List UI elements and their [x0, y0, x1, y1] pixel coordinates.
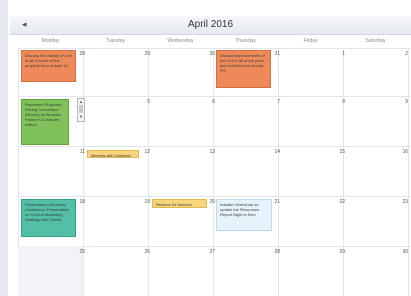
day-number[interactable]: 18 — [75, 199, 85, 205]
weekday-header: Wednesday — [167, 38, 194, 44]
calendar-event[interactable]: Meeting with Quarterly Marketing — [87, 150, 139, 158]
grid-line — [343, 48, 344, 296]
grid-line — [408, 48, 409, 296]
day-number[interactable]: 5 — [140, 99, 150, 105]
day-number[interactable]: 16 — [398, 149, 408, 155]
calendar-event[interactable]: Presentation Workshop Conference Present… — [21, 199, 76, 237]
calendar-event[interactable]: Discuss the validity of Cell in all of s… — [21, 50, 76, 82]
day-number[interactable]: 28 — [270, 249, 280, 255]
month-title: April 2016 — [187, 19, 234, 30]
day-number[interactable]: 29 — [335, 249, 345, 255]
weekday-header: Friday — [303, 38, 318, 44]
calendar-event[interactable]: Installer Workshop on update the Resourc… — [216, 199, 272, 231]
day-number[interactable]: 30 — [398, 249, 408, 255]
calendar-window: ◂ April 2016 Monday Tuesday Wednesday Th… — [0, 0, 411, 296]
grid-line — [213, 48, 214, 296]
day-number[interactable]: 6 — [205, 99, 215, 105]
day-number[interactable]: 12 — [140, 149, 150, 155]
grid-line — [148, 48, 149, 296]
left-strip — [0, 0, 8, 296]
day-number[interactable]: 22 — [335, 199, 345, 205]
day-number[interactable]: 27 — [205, 249, 215, 255]
grid-line — [18, 196, 411, 197]
day-number[interactable]: 19 — [140, 199, 150, 205]
calendar-event[interactable]: Represent Proposed Pricing Convention (R… — [21, 99, 69, 145]
day-number[interactable]: 26 — [140, 249, 150, 255]
today-cell[interactable] — [18, 246, 83, 296]
day-number[interactable]: 11 — [75, 149, 85, 155]
grid-line — [18, 96, 411, 97]
weekday-header: Tuesday — [106, 38, 125, 44]
day-number[interactable]: 31 — [270, 51, 280, 57]
event-scrollbar[interactable]: ▲ ▼ — [77, 98, 85, 122]
scroll-down-icon[interactable]: ▼ — [78, 114, 84, 119]
scroll-up-icon[interactable]: ▲ — [78, 99, 84, 104]
day-number[interactable]: 14 — [270, 149, 280, 155]
grid-line — [83, 48, 84, 296]
day-number[interactable]: 15 — [335, 149, 345, 155]
grid-line — [18, 48, 411, 49]
weekday-header: Saturday — [365, 38, 386, 44]
scroll-thumb[interactable] — [79, 105, 83, 113]
calendar-event[interactable]: Discuss improvements of the Cell in all … — [216, 50, 271, 88]
weekday-header: Monday — [41, 38, 60, 44]
day-number[interactable]: 29 — [140, 51, 150, 57]
day-number[interactable]: 13 — [205, 149, 215, 155]
grid-line — [278, 48, 279, 296]
day-number[interactable]: 28 — [75, 51, 85, 57]
day-number[interactable]: 2 — [398, 51, 408, 57]
calendar-header: ◂ April 2016 — [10, 16, 411, 35]
day-number[interactable]: 23 — [398, 199, 408, 205]
day-number[interactable]: 8 — [335, 99, 345, 105]
day-number[interactable]: 25 — [75, 249, 85, 255]
day-number[interactable]: 1 — [335, 51, 345, 57]
calendar-event[interactable]: Reserve for lunches — [152, 199, 207, 208]
weekday-header: Thursday — [235, 38, 256, 44]
day-number[interactable]: 30 — [205, 51, 215, 57]
grid-line — [18, 146, 411, 147]
day-number[interactable]: 9 — [398, 99, 408, 105]
day-number[interactable]: 7 — [270, 99, 280, 105]
